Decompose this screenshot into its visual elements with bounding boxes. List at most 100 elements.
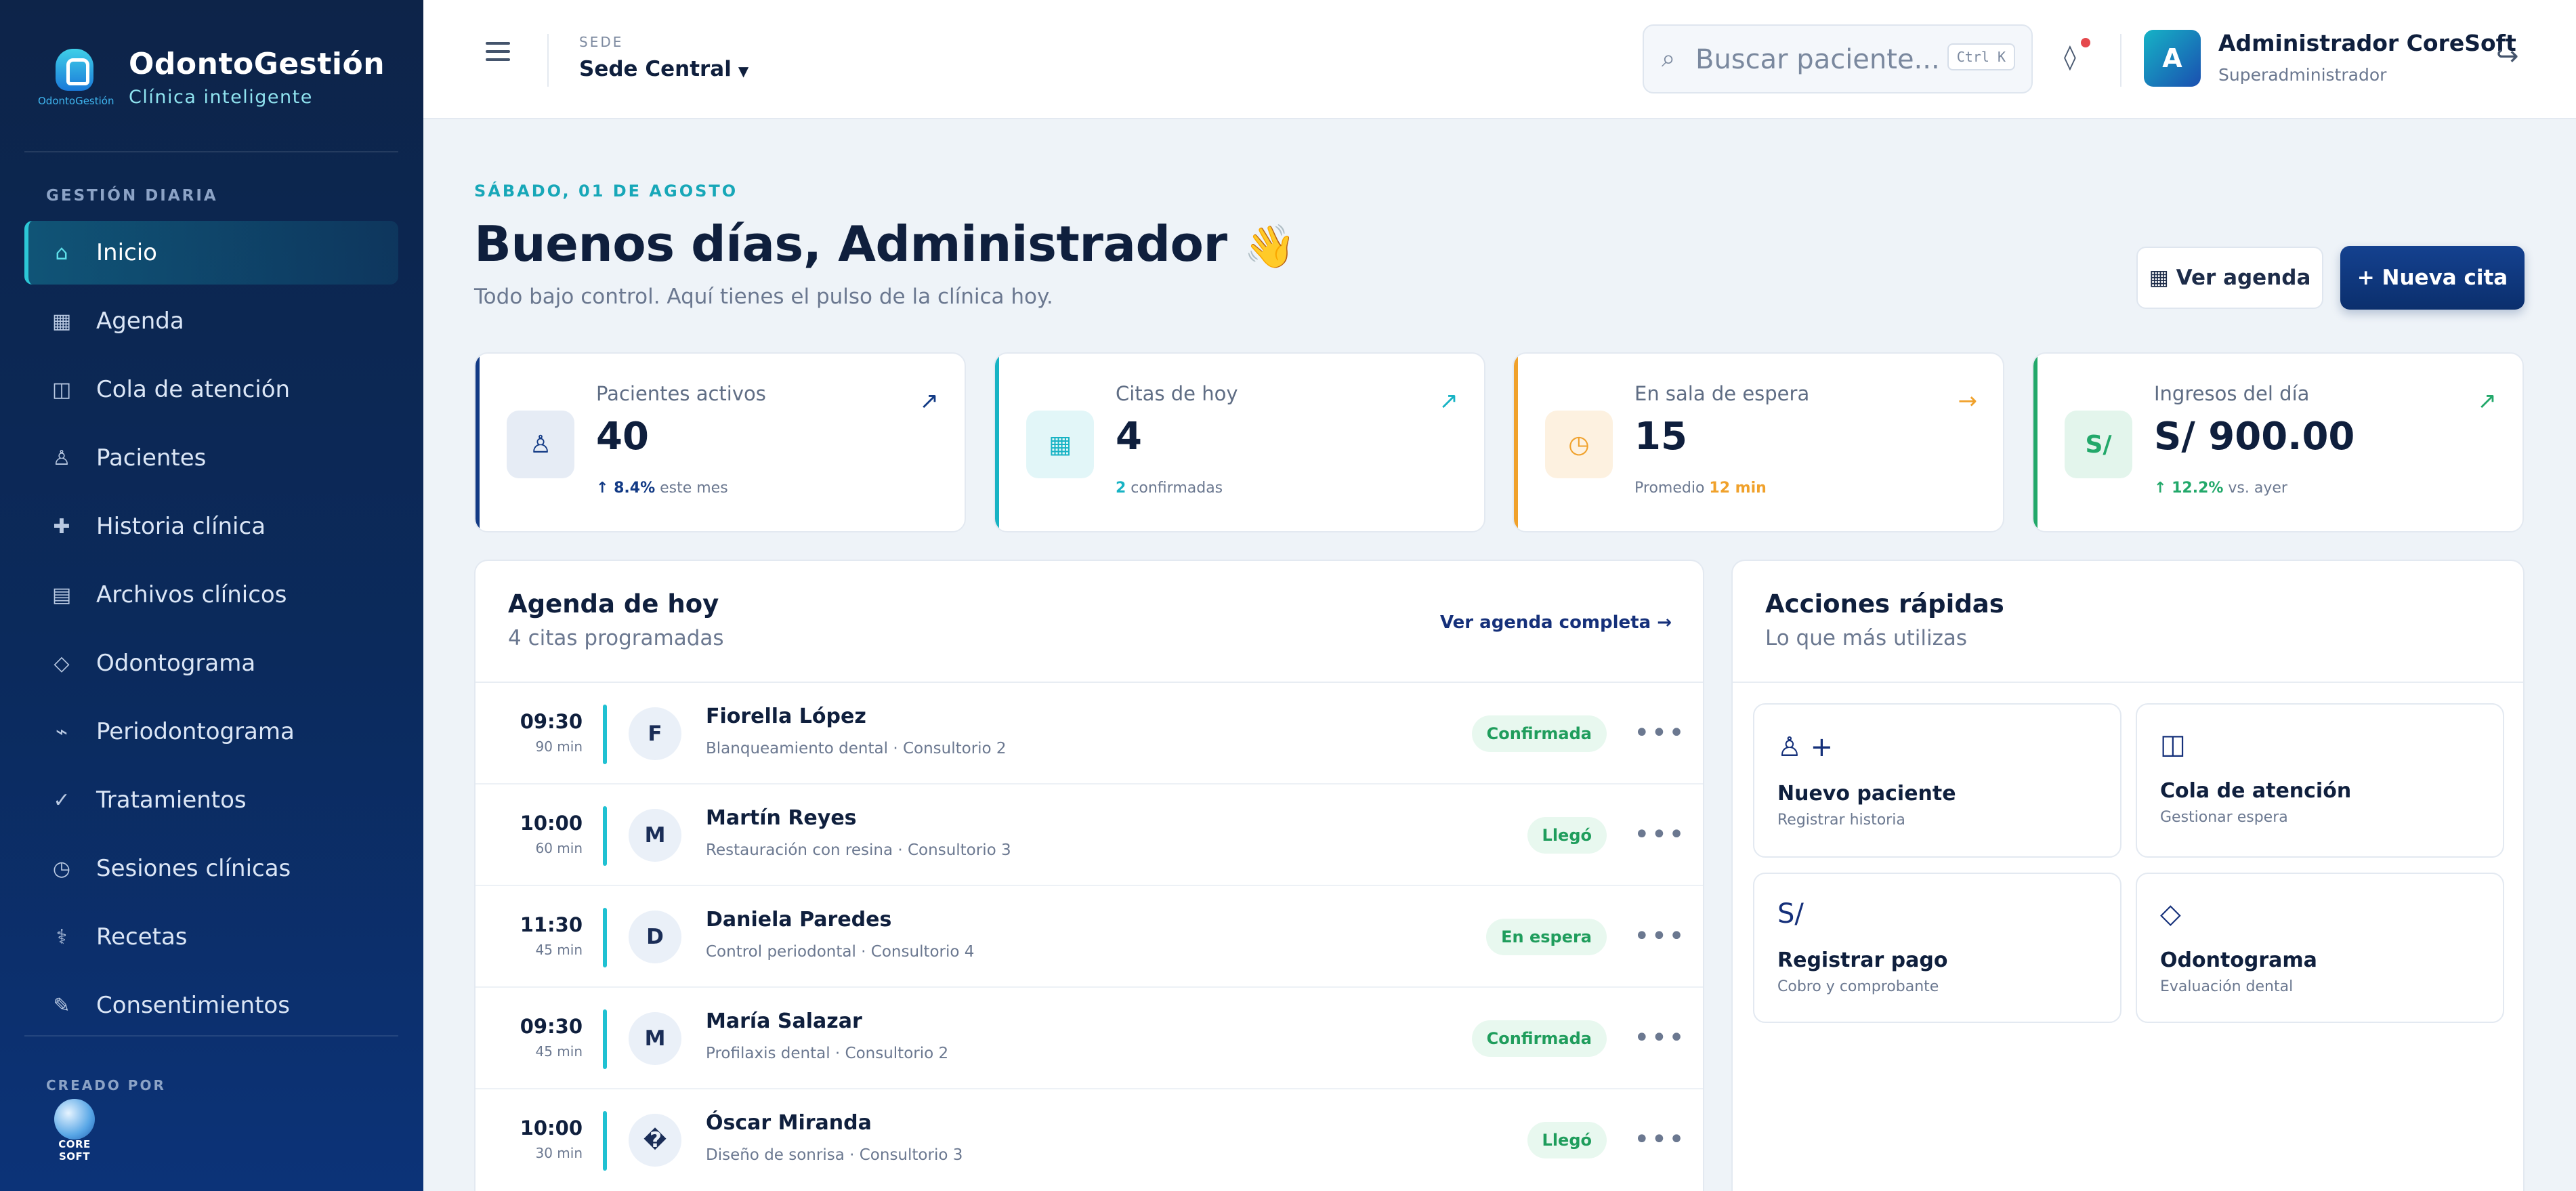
sidebar-item-periodontograma[interactable]: ⌁ Periodontograma bbox=[24, 700, 398, 764]
new-appointment-button[interactable]: + Nueva cita bbox=[2340, 246, 2525, 310]
sidebar-nav: ⌂ Inicio ▦ Agenda ◫ Cola de atención ♙ Pacie… bbox=[24, 221, 398, 1042]
calendar-icon: ▦ bbox=[1026, 411, 1094, 478]
sidebar-item-odontograma[interactable]: ◇ Odontograma bbox=[24, 631, 398, 695]
appointment-description: Profilaxis dental · Consultorio 2 bbox=[706, 1045, 949, 1062]
quick-actions-subtitle: Lo que más utilizas bbox=[1765, 626, 1968, 650]
appointment-duration: 60 min bbox=[535, 840, 583, 856]
sidebar-item-consentimientos[interactable]: ✎ Consentimientos bbox=[24, 974, 398, 1037]
bell-icon: ◊ bbox=[2064, 43, 2076, 71]
sede-selector[interactable]: Sede Central ▼ bbox=[579, 57, 748, 81]
stat-foot-text: este mes bbox=[655, 480, 728, 497]
sidebar-item-agenda[interactable]: ▦ Agenda bbox=[24, 289, 398, 353]
brand[interactable]: OdontoGestión OdontoGestión Clínica inte… bbox=[38, 45, 385, 110]
sidebar-item-pacientes[interactable]: ♙ Pacientes bbox=[24, 426, 398, 490]
patient-avatar: F bbox=[629, 707, 681, 760]
quick-action-odontograma[interactable]: ◇ Odontograma Evaluación dental bbox=[2136, 873, 2504, 1023]
view-agenda-button[interactable]: ▦ Ver agenda bbox=[2136, 247, 2323, 309]
quick-action-nuevo-paciente[interactable]: ♙ + Nuevo paciente Registrar historia bbox=[1753, 703, 2121, 858]
sidebar-item-recetas[interactable]: ⚕ Recetas bbox=[24, 905, 398, 969]
add-patient-icon: ♙ + bbox=[1777, 732, 1834, 763]
appointment-row[interactable]: 10:00 60 min M Martín Reyes Restauración… bbox=[476, 785, 1703, 886]
stat-footnote: 2 confirmadas bbox=[1116, 480, 1223, 497]
more-options-icon[interactable]: ••• bbox=[1634, 719, 1686, 747]
sidebar-item-label: Recetas bbox=[96, 923, 188, 950]
more-options-icon[interactable]: ••• bbox=[1634, 1024, 1686, 1051]
agenda-subtitle: 4 citas programadas bbox=[508, 626, 724, 650]
patient-avatar: � bbox=[629, 1114, 681, 1167]
patient-avatar: D bbox=[629, 911, 681, 963]
waving-hand-icon: 👋 bbox=[1244, 222, 1296, 271]
stat-card-pacientes[interactable]: ♙ Pacientes activos 40 ↑ 8.4% este mes ↗ bbox=[474, 352, 966, 532]
sidebar-item-label: Agenda bbox=[96, 308, 184, 335]
sede-value: Sede Central bbox=[579, 57, 732, 81]
quick-action-subtitle: Registrar historia bbox=[1777, 812, 1905, 829]
sidebar-item-label: Sesiones clínicas bbox=[96, 855, 291, 882]
trend-arrow-icon: ↗ bbox=[1439, 388, 1459, 415]
clock-icon: ◷ bbox=[52, 856, 71, 881]
search-input[interactable] bbox=[1695, 41, 1939, 79]
appointment-time: 11:30 bbox=[520, 913, 583, 936]
stat-label: En sala de espera bbox=[1634, 382, 1810, 405]
stat-value: 4 bbox=[1116, 415, 1142, 459]
logo-mini-text: OdontoGestión bbox=[38, 95, 114, 107]
appointment-row[interactable]: 10:00 30 min � Óscar Miranda Diseño de s… bbox=[476, 1089, 1703, 1191]
stat-card-citas[interactable]: ▦ Citas de hoy 4 2 confirmadas ↗ bbox=[994, 352, 1485, 532]
stat-card-ingresos[interactable]: S/ Ingresos del día S/ 900.00 ↑ 12.2% vs… bbox=[2032, 352, 2524, 532]
stat-foot-text: Promedio bbox=[1634, 480, 1710, 497]
check-icon: ✓ bbox=[53, 788, 70, 812]
view-full-agenda-link[interactable]: Ver agenda completa → bbox=[1440, 612, 1672, 633]
queue-icon: ◫ bbox=[2160, 729, 2186, 760]
more-options-icon[interactable]: ••• bbox=[1634, 923, 1686, 950]
appointment-bar bbox=[603, 705, 607, 764]
quick-action-title: Nuevo paciente bbox=[1777, 782, 1956, 806]
appointment-bar bbox=[603, 806, 607, 866]
user-name[interactable]: Administrador CoreSoft bbox=[2218, 30, 2516, 56]
coresoft-logo-text: CORE SOFT bbox=[58, 1138, 91, 1163]
patient-name: Fiorella López bbox=[706, 705, 866, 728]
appointment-description: Blanqueamiento dental · Consultorio 2 bbox=[706, 740, 1007, 757]
search-icon: ⌕ bbox=[1662, 45, 1676, 72]
quick-action-title: Registrar pago bbox=[1777, 948, 1948, 972]
sidebar-item-label: Periodontograma bbox=[96, 718, 295, 745]
sidebar-item-archivos[interactable]: ▤ Archivos clínicos bbox=[24, 563, 398, 627]
rx-icon: ⚕ bbox=[56, 925, 68, 949]
appointment-row[interactable]: 11:30 45 min D Daniela Paredes Control p… bbox=[476, 886, 1703, 988]
stat-card-espera[interactable]: ◷ En sala de espera 15 Promedio 12 min → bbox=[1513, 352, 2004, 532]
more-options-icon[interactable]: ••• bbox=[1634, 1126, 1686, 1153]
diamond-icon: ◇ bbox=[54, 651, 70, 675]
appointment-duration: 30 min bbox=[535, 1145, 583, 1161]
stat-footnote: Promedio 12 min bbox=[1634, 480, 1767, 497]
appointment-row[interactable]: 09:30 90 min F Fiorella López Blanqueami… bbox=[476, 683, 1703, 785]
appointment-row[interactable]: 09:30 45 min M María Salazar Profilaxis … bbox=[476, 988, 1703, 1089]
logout-icon[interactable]: ↪ bbox=[2496, 41, 2519, 72]
appointment-time: 09:30 bbox=[520, 710, 583, 733]
sidebar-item-label: Cola de atención bbox=[96, 376, 291, 403]
stat-trend: ↑ 8.4% bbox=[596, 480, 656, 497]
more-options-icon[interactable]: ••• bbox=[1634, 821, 1686, 848]
hamburger-menu-icon[interactable] bbox=[486, 42, 510, 62]
divider bbox=[547, 34, 549, 87]
quick-action-subtitle: Gestionar espera bbox=[2160, 809, 2288, 826]
quick-action-cola[interactable]: ◫ Cola de atención Gestionar espera bbox=[2136, 703, 2504, 858]
sidebar-item-inicio[interactable]: ⌂ Inicio bbox=[24, 221, 398, 285]
sidebar-item-sesiones[interactable]: ◷ Sesiones clínicas bbox=[24, 837, 398, 900]
stat-value: 40 bbox=[596, 415, 649, 459]
sidebar-item-label: Historia clínica bbox=[96, 513, 266, 540]
created-by-label: CREADO POR bbox=[46, 1077, 166, 1093]
stat-value: 15 bbox=[1634, 415, 1687, 459]
patient-name: Óscar Miranda bbox=[706, 1111, 872, 1135]
page-subtitle: Todo bajo control. Aquí tienes el pulso … bbox=[474, 285, 1053, 309]
appointment-time: 10:00 bbox=[520, 1116, 583, 1140]
quick-action-registrar-pago[interactable]: S/ Registrar pago Cobro y comprobante bbox=[1753, 873, 2121, 1023]
avatar[interactable]: A bbox=[2144, 30, 2201, 87]
sidebar-item-cola[interactable]: ◫ Cola de atención bbox=[24, 358, 398, 421]
stat-trend: 12 min bbox=[1709, 480, 1767, 497]
search-box[interactable]: ⌕ Ctrl K bbox=[1643, 24, 2033, 93]
appointment-time: 09:30 bbox=[520, 1015, 583, 1038]
sidebar-item-historia[interactable]: ✚ Historia clínica bbox=[24, 495, 398, 558]
stat-footnote: ↑ 12.2% vs. ayer bbox=[2154, 480, 2287, 497]
appointment-time: 10:00 bbox=[520, 812, 583, 835]
notifications-button[interactable]: ◊ bbox=[2057, 38, 2091, 79]
sidebar-item-label: Consentimientos bbox=[96, 992, 290, 1019]
sidebar-item-tratamientos[interactable]: ✓ Tratamientos bbox=[24, 768, 398, 832]
